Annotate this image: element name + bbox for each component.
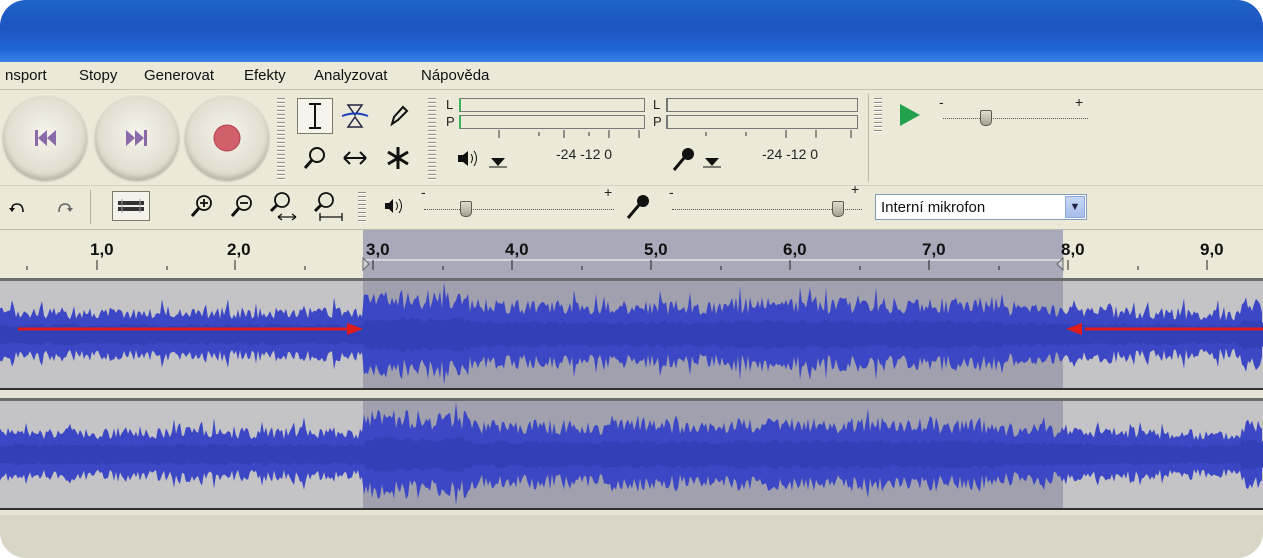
- skip-end-icon: [126, 130, 147, 146]
- empty-track-area: [0, 515, 1263, 558]
- ruler-label-8: 8,0: [1061, 240, 1085, 259]
- dropdown-arrow-icon: [489, 158, 507, 168]
- speed-toolbar: [868, 94, 1263, 182]
- ruler-label-4: 4,0: [505, 240, 529, 259]
- playback-meter-menu[interactable]: [483, 152, 513, 172]
- speed-slider-thumb[interactable]: [980, 110, 992, 126]
- separator: [90, 190, 91, 224]
- input-volume-min-label: -: [669, 184, 674, 200]
- zoom-out-icon: [230, 195, 252, 217]
- rec-meter-right-label: P: [653, 114, 662, 129]
- audacity-window: nsport Stopy Generovat Efekty Analyzovat…: [0, 0, 1263, 558]
- ruler-label-1: 1,0: [90, 240, 114, 259]
- ruler-label-9: 9,0: [1200, 240, 1224, 259]
- output-volume-max-label: +: [604, 184, 613, 200]
- speed-max-label: +: [1075, 94, 1084, 110]
- playback-meter-right: [459, 115, 645, 129]
- sync-lock-icon: [118, 199, 144, 213]
- sync-lock-button[interactable]: [112, 191, 150, 221]
- undo-icon: [9, 203, 24, 213]
- menu-transport[interactable]: nsport: [5, 67, 47, 84]
- output-volume-min-label: -: [421, 184, 426, 200]
- input-volume-icon: [626, 195, 649, 219]
- output-volume-thumb[interactable]: [460, 201, 472, 217]
- menu-analyze[interactable]: Analyzovat: [314, 67, 387, 84]
- rec-meter-left-label: L: [653, 97, 661, 112]
- output-volume-icon: [385, 198, 402, 214]
- fit-project-button[interactable]: [310, 189, 346, 225]
- meter-left-label: L: [446, 97, 454, 112]
- fit-project-icon: [313, 192, 343, 221]
- playback-meter-ticks: [498, 130, 640, 138]
- envelope-icon: [341, 104, 369, 128]
- playback-meter-scale: -24 -12 0: [556, 146, 613, 162]
- ruler-label-6: 6,0: [783, 240, 807, 259]
- redo-button[interactable]: [50, 193, 76, 223]
- dropdown-arrow-icon: [703, 158, 721, 168]
- asterisk-icon: [387, 147, 409, 169]
- meter-right-label: P: [446, 114, 455, 129]
- main-toolbar: L P -24 -12 0 L P -24 -12 0 - +: [0, 90, 1263, 185]
- speaker-icon: [458, 150, 477, 167]
- fit-selection-button[interactable]: [266, 189, 300, 225]
- double-arrow-icon: [343, 151, 367, 165]
- record-meter-menu[interactable]: [697, 152, 727, 172]
- skip-start-icon: [35, 130, 56, 146]
- redo-icon: [58, 203, 73, 213]
- draw-tool[interactable]: [380, 98, 416, 134]
- meter-grip[interactable]: [428, 96, 436, 180]
- ruler-label-3: 3,0: [366, 240, 390, 259]
- waveform: [0, 402, 1263, 505]
- zoom-in-icon: [190, 195, 212, 217]
- ruler-label-2: 2,0: [227, 240, 251, 259]
- timeline-ruler[interactable]: 1,0 2,0 3,0 4,0 5,0 6,0 7,0 8,0 9,0: [0, 230, 1263, 278]
- undo-button[interactable]: [6, 193, 32, 223]
- play-at-speed-button[interactable]: [893, 100, 925, 130]
- play-icon: [900, 104, 920, 126]
- speed-slider-track: [943, 118, 1088, 120]
- record-icon: [213, 124, 241, 152]
- fit-selection-icon: [269, 192, 297, 221]
- input-volume-thumb[interactable]: [832, 201, 844, 217]
- playback-meter-left: [459, 98, 645, 112]
- zoom-in-button[interactable]: [186, 191, 218, 221]
- selection-tool[interactable]: [297, 98, 333, 134]
- magnifier-icon: [303, 147, 325, 169]
- skip-start-button[interactable]: [3, 96, 87, 180]
- microphone-icon: [672, 148, 694, 171]
- menu-bar: nsport Stopy Generovat Efekty Analyzovat…: [0, 62, 1263, 90]
- menu-effects[interactable]: Efekty: [244, 67, 286, 84]
- output-volume-track: [424, 209, 614, 211]
- title-bar: [0, 0, 1263, 62]
- selection-arrows: [18, 323, 1263, 335]
- input-volume-max-label: +: [851, 181, 860, 197]
- envelope-tool[interactable]: [337, 98, 373, 134]
- timeshift-tool[interactable]: [337, 140, 373, 176]
- audio-track-right[interactable]: [0, 398, 1263, 510]
- chevron-down-icon[interactable]: ▼: [1065, 196, 1085, 218]
- zoom-tool[interactable]: [297, 140, 333, 176]
- ruler-label-5: 5,0: [644, 240, 668, 259]
- mixer-grip[interactable]: [358, 190, 366, 224]
- multi-tool[interactable]: [380, 140, 416, 176]
- zoom-out-button[interactable]: [226, 191, 258, 221]
- menu-help[interactable]: Nápověda: [421, 67, 489, 84]
- record-meter-right: [666, 115, 858, 129]
- menu-generate[interactable]: Generovat: [144, 67, 214, 84]
- input-device-value: Interní mikrofon: [881, 199, 986, 216]
- record-meter-ticks: [705, 130, 852, 138]
- cursor-i-icon: [309, 103, 321, 129]
- speed-grip[interactable]: [874, 96, 882, 132]
- record-meter-scale: -24 -12 0: [762, 146, 819, 162]
- ruler-label-7: 7,0: [922, 240, 946, 259]
- speed-min-label: -: [939, 94, 944, 110]
- skip-end-button[interactable]: [95, 96, 179, 180]
- record-button[interactable]: [185, 96, 269, 180]
- audio-track-left[interactable]: [0, 278, 1263, 390]
- record-meter-left: [666, 98, 858, 112]
- toolbar-grip[interactable]: [277, 96, 285, 180]
- menu-tracks[interactable]: Stopy: [79, 67, 117, 84]
- pencil-icon: [390, 105, 409, 127]
- input-device-select[interactable]: Interní mikrofon ▼: [875, 194, 1087, 220]
